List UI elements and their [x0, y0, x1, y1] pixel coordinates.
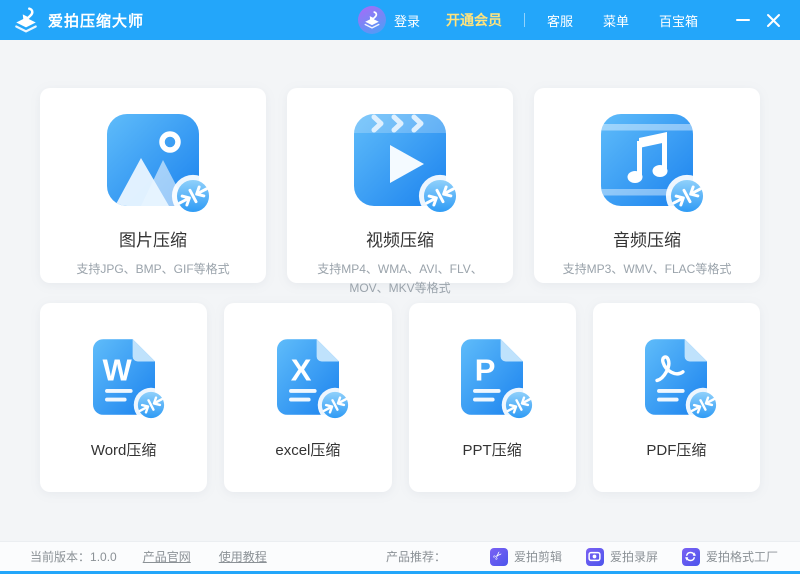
- card-audio-compress[interactable]: 音频压缩 支持MP3、WMV、FLAC等格式: [534, 88, 760, 283]
- card-subtitle: 支持MP4、WMA、AVI、FLV、MOV、MKV等格式: [287, 260, 513, 297]
- product-aipai-clip[interactable]: ✂ 爱拍剪辑: [490, 548, 562, 566]
- card-video-compress[interactable]: 视频压缩 支持MP4、WMA、AVI、FLV、MOV、MKV等格式: [287, 88, 513, 283]
- card-title: 图片压缩: [119, 226, 187, 251]
- avatar-logo-icon: [363, 11, 381, 29]
- close-button[interactable]: [758, 5, 788, 35]
- screen-record-icon: [586, 548, 604, 566]
- card-title: 音频压缩: [613, 226, 681, 251]
- compress-badge-icon: [501, 387, 537, 423]
- nav-item-support[interactable]: 客服: [547, 11, 573, 30]
- compress-badge-icon: [665, 174, 709, 218]
- nav-item-toolbox[interactable]: 百宝箱: [659, 11, 698, 30]
- recommend-label: 产品推荐：: [386, 548, 446, 565]
- app-logo-icon: [12, 6, 40, 34]
- user-avatar[interactable]: [358, 6, 386, 34]
- card-ppt-compress[interactable]: P PPT压缩: [409, 303, 576, 492]
- scissors-icon: ✂: [490, 548, 508, 566]
- login-button[interactable]: 登录: [394, 11, 420, 30]
- minimize-button[interactable]: [728, 5, 758, 35]
- compress-badge-icon: [171, 174, 215, 218]
- compress-badge-icon: [685, 387, 721, 423]
- link-tutorial[interactable]: 使用教程: [219, 548, 267, 565]
- card-pdf-compress[interactable]: PDF压缩: [593, 303, 760, 492]
- card-title: Word压缩: [91, 439, 157, 460]
- product-label: 爱拍格式工厂: [706, 548, 778, 565]
- card-word-compress[interactable]: W Word压缩: [40, 303, 207, 492]
- product-aipai-format-factory[interactable]: 爱拍格式工厂: [682, 548, 778, 566]
- card-excel-compress[interactable]: X excel压缩: [224, 303, 391, 492]
- card-title: PDF压缩: [646, 439, 706, 460]
- compress-badge-icon: [317, 387, 353, 423]
- vip-button[interactable]: 开通会员: [446, 10, 502, 30]
- version-text: 当前版本：1.0.0: [30, 548, 117, 565]
- link-official-site[interactable]: 产品官网: [143, 548, 191, 565]
- card-subtitle: 支持MP3、WMV、FLAC等格式: [545, 260, 750, 279]
- card-image-compress[interactable]: 图片压缩 支持JPG、BMP、GIF等格式: [40, 88, 266, 283]
- main-content: 图片压缩 支持JPG、BMP、GIF等格式: [0, 40, 800, 541]
- format-factory-icon: [682, 548, 700, 566]
- card-title: PPT压缩: [463, 439, 522, 460]
- card-title: 视频压缩: [366, 226, 434, 251]
- close-icon: [766, 13, 781, 28]
- compress-badge-icon: [133, 387, 169, 423]
- product-aipai-recorder[interactable]: 爱拍录屏: [586, 548, 658, 566]
- titlebar[interactable]: 爱拍压缩大师 登录 开通会员 客服 菜单 百宝箱: [0, 0, 800, 40]
- app-title: 爱拍压缩大师: [48, 10, 144, 31]
- product-label: 爱拍录屏: [610, 548, 658, 565]
- doc-letter: P: [475, 352, 496, 387]
- doc-letter: X: [291, 352, 312, 387]
- footer-bar: 当前版本：1.0.0 产品官网 使用教程 产品推荐： ✂ 爱拍剪辑 爱拍录屏: [0, 541, 800, 571]
- titlebar-separator: [524, 13, 525, 27]
- card-subtitle: 支持JPG、BMP、GIF等格式: [58, 260, 247, 279]
- product-label: 爱拍剪辑: [514, 548, 562, 565]
- nav-item-menu[interactable]: 菜单: [603, 11, 629, 30]
- doc-letter: W: [102, 352, 132, 387]
- card-title: excel压缩: [275, 439, 340, 460]
- compress-badge-icon: [418, 174, 462, 218]
- minimize-icon: [736, 19, 750, 21]
